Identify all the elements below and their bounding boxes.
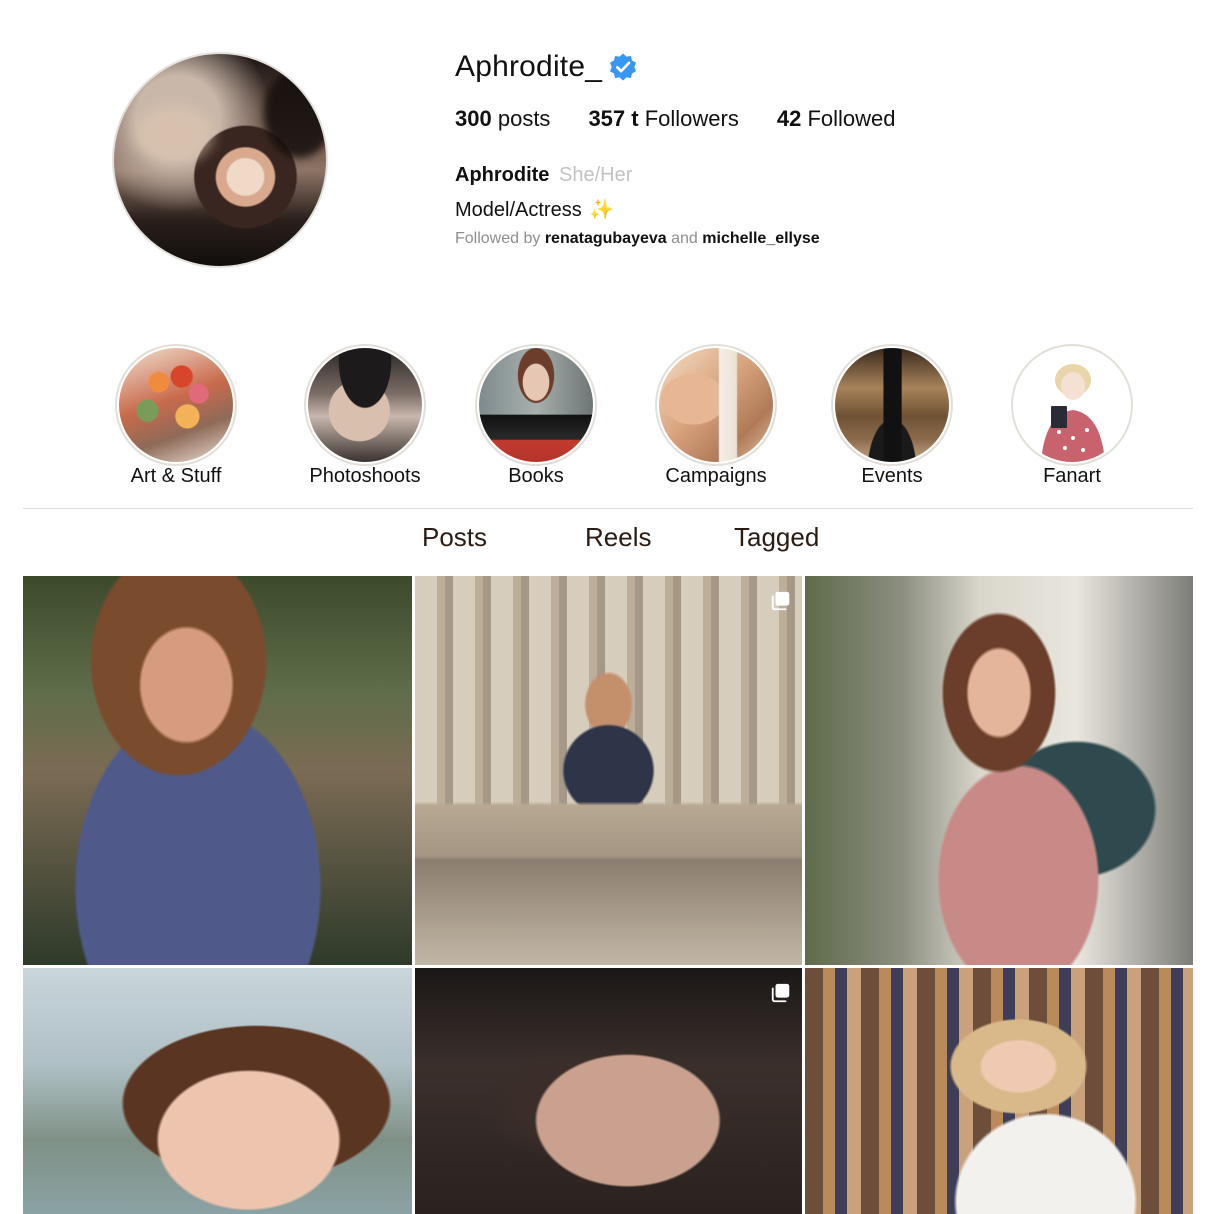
highlight-label: Books	[508, 465, 564, 487]
pronouns: She/Her	[559, 164, 633, 186]
followers-count-label: Followers	[644, 106, 739, 131]
highlight-cover	[119, 348, 233, 462]
highlight-ring	[475, 344, 597, 466]
highlight-cover	[835, 348, 949, 462]
followed-count-label: Followed	[807, 106, 896, 131]
posts-count-label: posts	[497, 106, 551, 131]
profile-bio: Aphrodite She/Her Model/Actress ✨ Follow…	[455, 164, 1055, 248]
verified-badge-icon	[610, 53, 637, 81]
highlight-label: Events	[861, 465, 923, 487]
followed-by-prefix: Followed by	[455, 230, 541, 247]
followed-by-user-link[interactable]: michelle_ellyse	[702, 230, 819, 247]
avatar-photo-detail	[264, 68, 326, 158]
bio-text-row: Model/Actress ✨	[455, 197, 1055, 222]
highlight-ring	[831, 344, 953, 466]
sparkles-icon: ✨	[589, 199, 615, 221]
tab-reels[interactable]: Reels	[585, 522, 651, 553]
post-thumbnail[interactable]	[415, 968, 802, 1214]
post-thumbnail[interactable]	[415, 576, 802, 965]
fanart-illustration-icon	[1041, 364, 1105, 462]
highlight-cover	[1015, 348, 1129, 462]
highlight-label: Art & Stuff	[130, 465, 222, 487]
highlight-cover	[308, 348, 422, 462]
post-thumbnail[interactable]	[805, 968, 1193, 1214]
highlight-label: Campaigns	[665, 465, 767, 487]
tab-posts[interactable]: Posts	[422, 522, 487, 553]
highlight-books[interactable]: Books	[451, 344, 621, 488]
followed-by-user-link[interactable]: renatagubayeva	[545, 230, 667, 247]
highlight-photoshoots[interactable]: Photoshoots	[280, 344, 450, 488]
highlight-ring	[304, 344, 426, 466]
multiple-photos-icon	[771, 591, 790, 611]
username-row: Aphrodite_	[455, 48, 638, 86]
followed-by-joiner: and	[671, 230, 698, 247]
posts-count: 300 posts	[455, 106, 550, 132]
highlight-campaigns[interactable]: Campaigns	[631, 344, 801, 488]
highlight-cover	[659, 348, 773, 462]
followed-count-value: 42	[776, 106, 802, 131]
profile-stats: 300 posts 357 t Followers 42 Followed	[455, 106, 934, 132]
followed-link[interactable]: 42 Followed	[777, 106, 896, 132]
post-thumbnail[interactable]	[805, 576, 1193, 965]
posts-count-value: 300	[455, 106, 492, 131]
highlight-ring	[115, 344, 237, 466]
display-name: Aphrodite	[455, 164, 550, 186]
followers-count-value: 357 t	[588, 106, 639, 131]
highlight-ring	[655, 344, 777, 466]
highlight-events[interactable]: Events	[807, 344, 977, 488]
followers-link[interactable]: 357 t Followers	[588, 106, 738, 132]
highlight-art-and-stuff[interactable]: Art & Stuff	[91, 344, 261, 488]
username: Aphrodite_	[455, 50, 603, 83]
profile-avatar[interactable]	[112, 52, 328, 268]
multiple-photos-icon	[771, 983, 790, 1003]
avatar-photo-detail	[134, 104, 214, 164]
highlight-ring	[1011, 344, 1133, 466]
highlight-fanart[interactable]: Fanart	[987, 344, 1157, 488]
tab-tagged[interactable]: Tagged	[734, 522, 819, 553]
highlight-label: Fanart	[1043, 465, 1101, 487]
bio-text: Model/Actress	[455, 199, 582, 221]
followed-by: Followed by renatagubayeva and michelle_…	[455, 230, 1055, 248]
section-divider	[23, 508, 1193, 509]
highlight-cover	[479, 348, 593, 462]
post-thumbnail[interactable]	[23, 968, 412, 1214]
post-thumbnail[interactable]	[23, 576, 412, 965]
bio-name-row: Aphrodite She/Her	[455, 164, 1055, 187]
highlight-label: Photoshoots	[309, 465, 421, 487]
